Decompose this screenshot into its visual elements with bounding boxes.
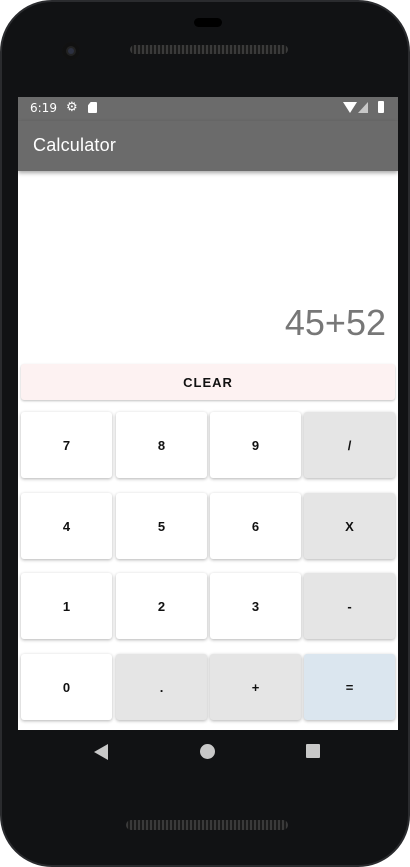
- calculator-display: 45+52: [284, 302, 386, 343]
- status-time: 6:19: [30, 101, 57, 115]
- navigation-bar: [2, 730, 408, 775]
- key-8[interactable]: 8: [116, 412, 207, 478]
- bottom-speaker: [126, 820, 288, 830]
- key-3[interactable]: 3: [210, 573, 301, 639]
- wifi-icon: [343, 102, 357, 113]
- key-9[interactable]: 9: [210, 412, 301, 478]
- key-1[interactable]: 1: [21, 573, 112, 639]
- back-icon[interactable]: [94, 744, 108, 760]
- battery-icon: [378, 101, 384, 113]
- gear-icon: ⚙: [66, 100, 78, 115]
- key-divide[interactable]: /: [304, 412, 395, 478]
- sd-card-icon: [88, 102, 97, 113]
- status-bar: 6:19 ⚙: [18, 97, 398, 121]
- key-7[interactable]: 7: [21, 412, 112, 478]
- phone-frame: 6:19 ⚙ Calculator 45+52 CLEAR 7 8 9 / 4 …: [0, 0, 410, 867]
- key-subtract[interactable]: -: [304, 573, 395, 639]
- top-sensor: [194, 18, 222, 27]
- key-decimal[interactable]: .: [116, 654, 207, 720]
- key-equals[interactable]: =: [304, 654, 395, 720]
- app-bar: Calculator: [18, 121, 398, 171]
- phone-top-bezel: [2, 2, 408, 97]
- clear-button[interactable]: CLEAR: [21, 364, 395, 400]
- signal-icon: [358, 102, 368, 113]
- screen: 6:19 ⚙ Calculator 45+52 CLEAR 7 8 9 / 4 …: [18, 97, 398, 730]
- key-add[interactable]: +: [210, 654, 301, 720]
- home-icon[interactable]: [200, 744, 215, 759]
- earpiece-speaker: [130, 45, 288, 54]
- key-2[interactable]: 2: [116, 573, 207, 639]
- key-6[interactable]: 6: [210, 493, 301, 559]
- recents-icon[interactable]: [306, 744, 320, 758]
- front-camera: [62, 42, 80, 60]
- key-4[interactable]: 4: [21, 493, 112, 559]
- key-multiply[interactable]: X: [304, 493, 395, 559]
- key-5[interactable]: 5: [116, 493, 207, 559]
- key-0[interactable]: 0: [21, 654, 112, 720]
- app-title: Calculator: [33, 135, 117, 155]
